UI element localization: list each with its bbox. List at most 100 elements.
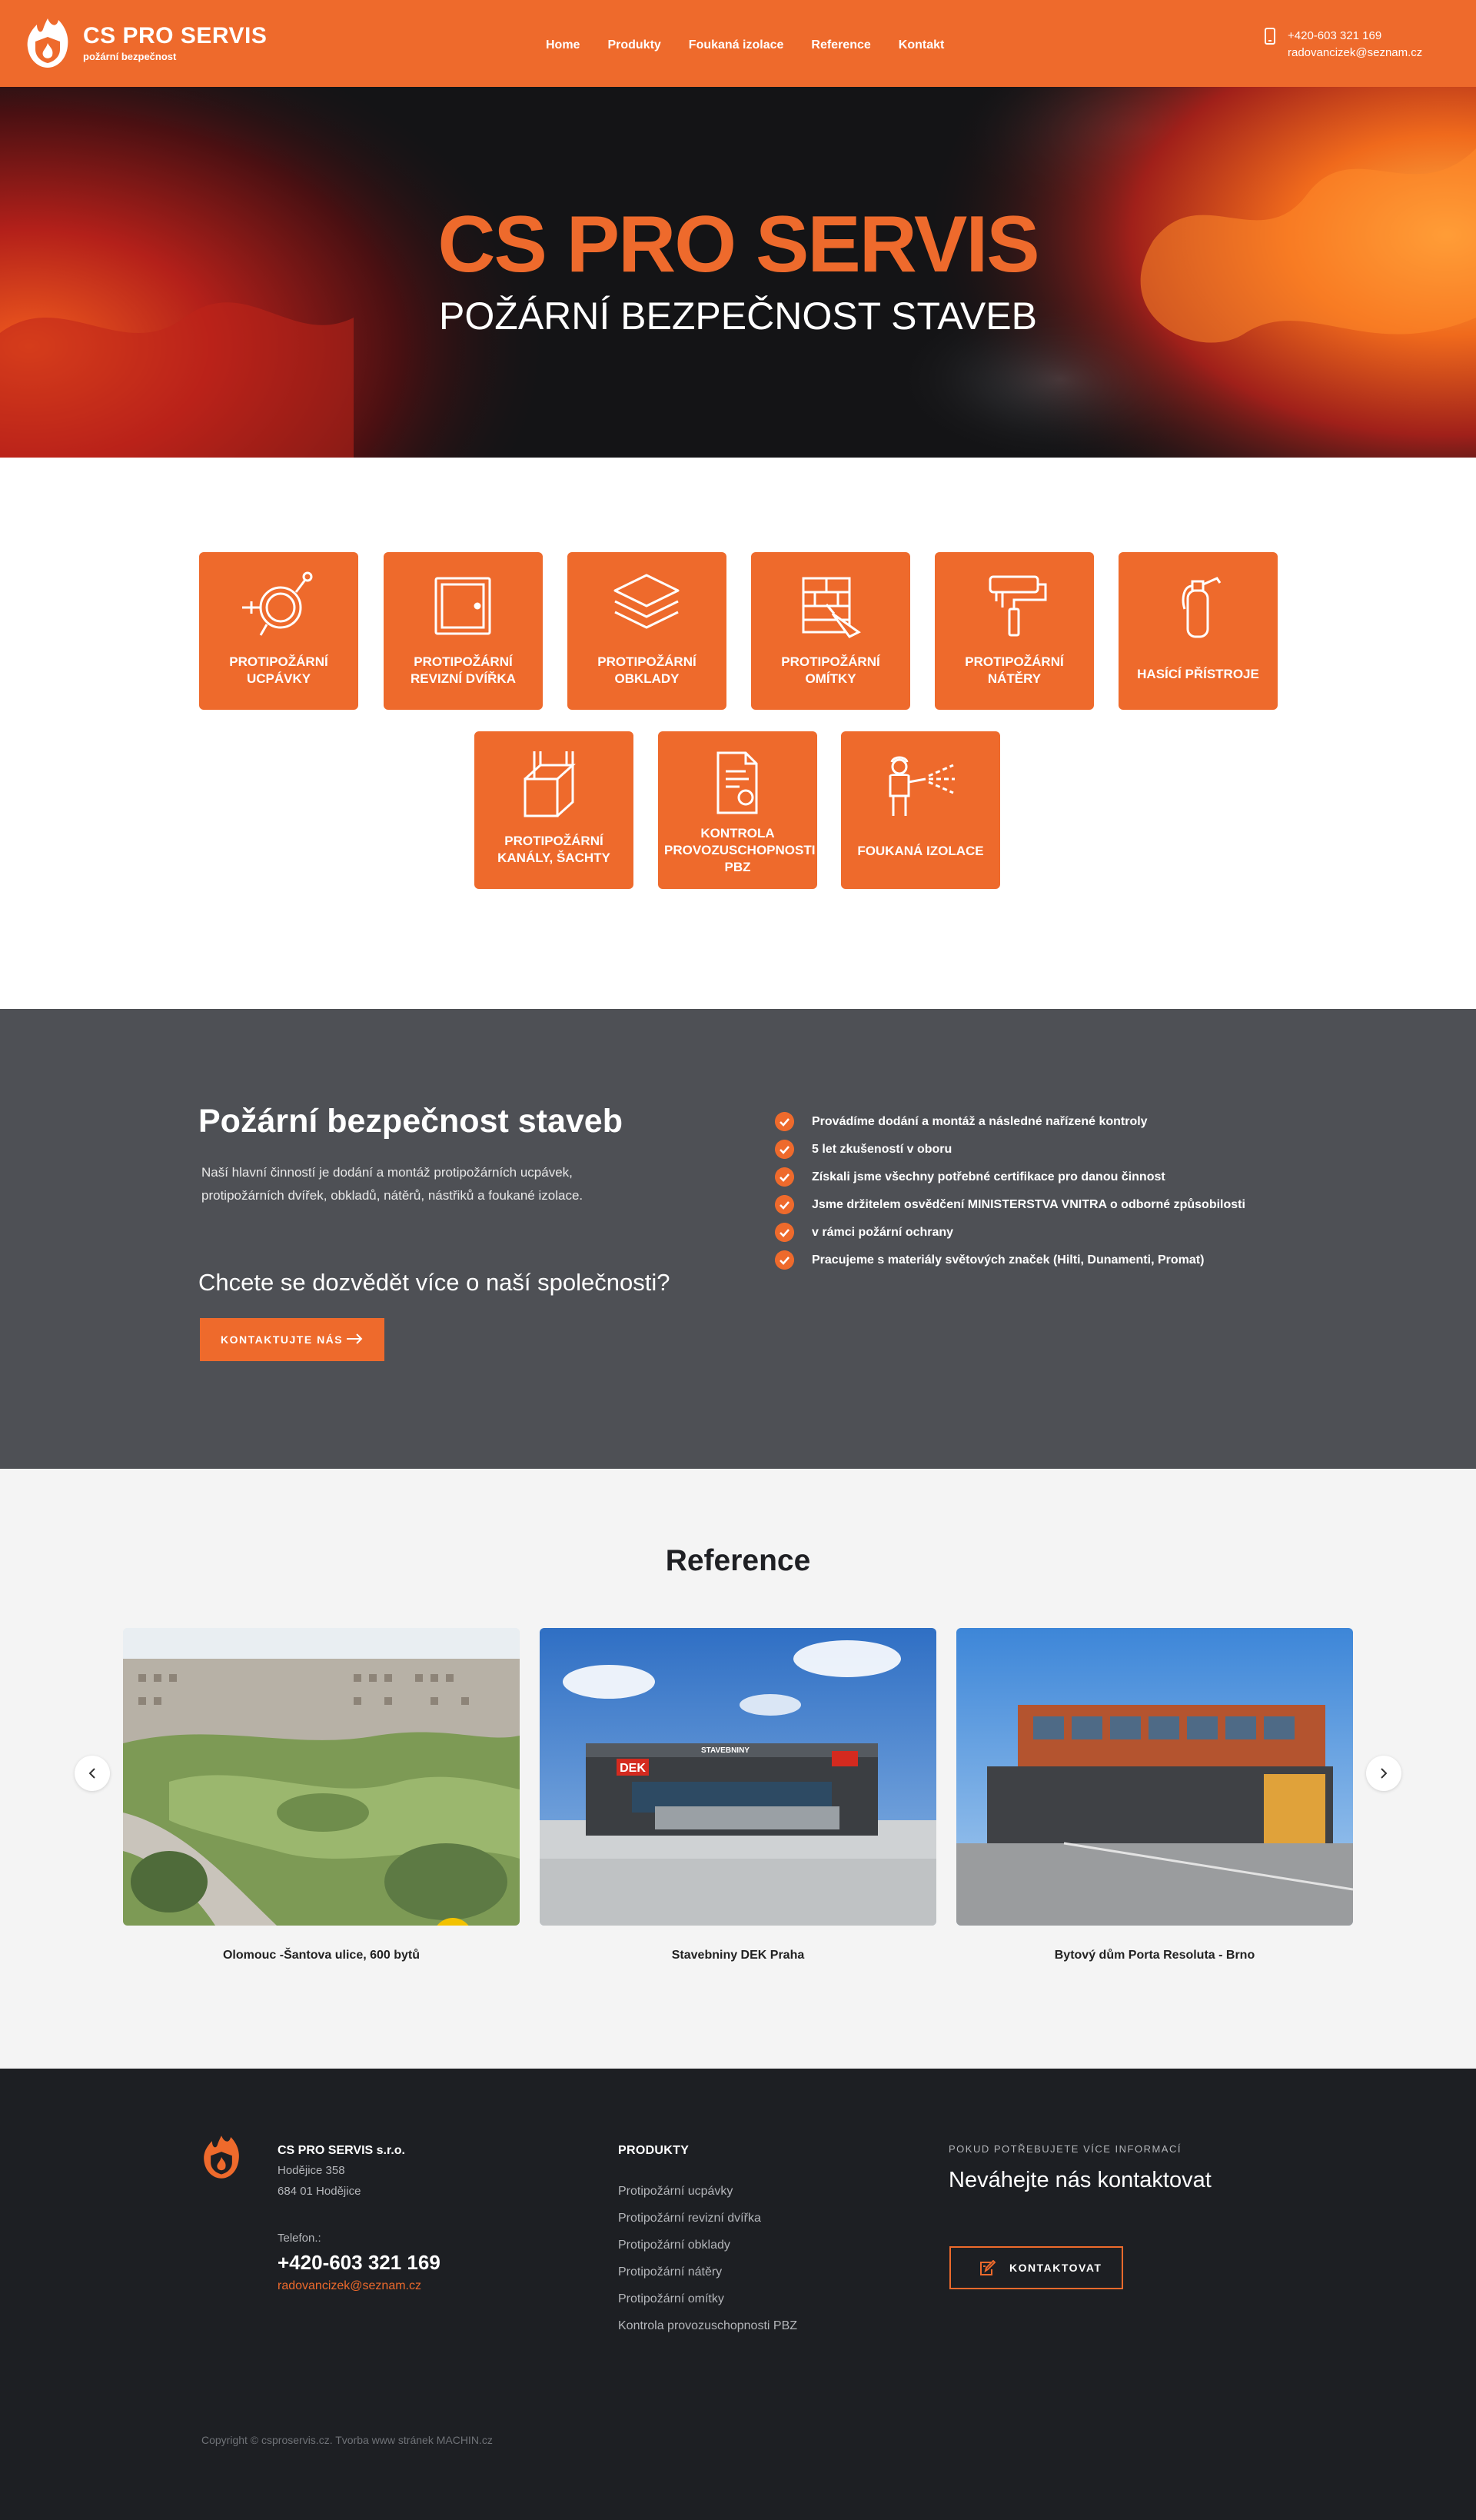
nav-foukana-izolace[interactable]: Foukaná izolace [689,37,784,54]
footer-company-name: CS PRO SERVIS s.r.o. [278,2144,405,2157]
benefit-text: Provádíme dodání a montáž a následné nař… [812,1115,1148,1128]
references-title: Reference [665,1544,811,1577]
spray-worker-icon [889,756,955,816]
footer-products-title: PRODUKTY [618,2144,690,2157]
service-tile-foukana-izolace[interactable]: FOUKANÁ IZOLACE [841,731,1000,889]
benefit-text: v rámci požární ochrany [812,1226,954,1239]
reference-card-dek-praha[interactable]: DEK STAVEBNINY [540,1628,936,1926]
services-section: PROTIPOŽÁRNÍ UCPÁVKY PROTIPOŽÁRNÍ REVIZN… [0,458,1476,1009]
footer-product-link[interactable]: Protipožární ucpávky [618,2178,797,2205]
chevron-left-icon [88,1768,95,1779]
footer-product-link[interactable]: Kontrola provozuschopnosti PBZ [618,2312,797,2339]
stavebniny-sign-text: STAVEBNINY [701,1746,750,1755]
footer-info-text: Neváhejte nás kontaktovat [949,2168,1212,2192]
hero-banner: CS PRO SERVIS POŽÁRNÍ BEZPEČNOST STAVEB [0,87,1476,458]
check-circle-icon [775,1112,794,1131]
reference-photo-dek-praha: DEK STAVEBNINY [540,1628,936,1926]
reference-photo-olomouc [123,1628,520,1926]
main-nav: Home Produkty Foukaná izolace Reference … [546,37,972,54]
footer-address-line1: Hodějice 358 [278,2164,345,2177]
service-tile-natery[interactable]: PROTIPOŽÁRNÍ NÁTĚRY [935,552,1094,710]
footer-phone[interactable]: +420-603 321 169 [278,2249,440,2275]
reference-caption[interactable]: Stavebniny DEK Praha [540,1947,936,1964]
service-tile-kontrola-pbz[interactable]: KONTROLA PROVOZUSCHOPNOSTI PBZ [658,731,817,889]
service-label: HASÍCÍ PŘÍSTROJE [1137,667,1259,681]
fire-extinguisher-icon [1182,577,1222,638]
site-header: CS PRO SERVIS požární bezpečnost Home Pr… [0,0,1476,87]
footer-email-link[interactable]: radovancizek@seznam.cz [278,2278,421,2295]
footer-contact-button[interactable]: KONTAKTOVAT [949,2246,1123,2289]
service-label: PROTIPOŽÁRNÍ NÁTĚRY [965,654,1064,686]
logo-flame-shield-icon[interactable] [25,15,71,71]
footer-products-list: Protipožární ucpávky Protipožární revizn… [618,2178,797,2339]
footer-phone-label: Telefon.: [278,2232,321,2245]
check-circle-icon [775,1140,794,1159]
service-tile-dvirka[interactable]: PROTIPOŽÁRNÍ REVIZNÍ DVÍŘKA [384,552,543,710]
edit-note-icon [980,2260,996,2275]
certificate-icon [716,751,758,814]
service-label: PROTIPOŽÁRNÍ UCPÁVKY [229,654,328,686]
about-description: Naší hlavní činností je dodání a montáž … [201,1165,583,1203]
nav-home[interactable]: Home [546,37,580,54]
footer-copyright: Copyright © csproservis.cz. Tvorba www s… [201,2434,493,2446]
shaft-box-icon [524,751,576,817]
dek-sign-text: DEK [620,1762,646,1775]
nav-produkty[interactable]: Produkty [607,37,660,54]
about-title: Požární bezpečnost staveb [198,1103,623,1140]
brand-tagline: požární bezpečnost [83,51,177,62]
references-section: Reference + Olomouc -Šantova [0,1469,1476,2069]
nav-kontakt[interactable]: Kontakt [899,37,945,54]
service-tile-kanaly-sachty[interactable]: PROTIPOŽÁRNÍ KANÁLY, ŠACHTY [474,731,633,889]
service-label: PROTIPOŽÁRNÍ REVIZNÍ DVÍŘKA [411,654,516,686]
check-circle-icon [775,1167,794,1187]
chevron-right-icon [1381,1768,1388,1779]
brick-trowel-icon [802,577,861,638]
footer-product-link[interactable]: Protipožární omítky [618,2285,797,2312]
footer-product-link[interactable]: Protipožární revizní dvířka [618,2205,797,2232]
benefit-text: Jsme držitelem osvědčení MINISTERSTVA VN… [812,1198,1245,1211]
footer-info-heading: POKUD POTŘEBUJETE VÍCE INFORMACÍ [949,2143,1182,2155]
service-tile-obklady[interactable]: PROTIPOŽÁRNÍ OBKLADY [567,552,726,710]
carousel-prev-button[interactable] [75,1756,110,1791]
service-tile-omitky[interactable]: PROTIPOŽÁRNÍ OMÍTKY [751,552,910,710]
header-phone[interactable]: +420-603 321 169 [1288,28,1422,45]
carousel-next-button[interactable] [1366,1756,1401,1791]
benefit-text: Získali jsme všechny potřebné certifikac… [812,1170,1165,1183]
hero-subtitle: POŽÁRNÍ BEZPEČNOST STAVEB [439,295,1037,338]
header-email[interactable]: radovancizek@seznam.cz [1288,45,1422,62]
service-label: PROTIPOŽÁRNÍ KANÁLY, ŠACHTY [497,834,610,865]
service-tile-hasici-pristroje[interactable]: HASÍCÍ PŘÍSTROJE [1119,552,1278,710]
footer-contact-button-label: KONTAKTOVAT [1009,2262,1102,2274]
benefit-text: 5 let zkušeností v oboru [812,1143,952,1156]
brand-name: CS PRO SERVIS [83,23,268,48]
service-label: FOUKANÁ IZOLACE [857,844,984,858]
reference-photo-porta-resoluta [956,1628,1353,1926]
reference-caption[interactable]: Bytový dům Porta Resoluta - Brno [956,1947,1353,1964]
about-section: Požární bezpečnost staveb Naší hlavní či… [0,1009,1476,1469]
service-label: PROTIPOŽÁRNÍ OBKLADY [597,654,696,686]
header-contact: +420-603 321 169 radovancizek@seznam.cz [1288,28,1422,62]
service-label: PROTIPOŽÁRNÍ OMÍTKY [781,654,880,686]
footer-product-link[interactable]: Protipožární nátěry [618,2259,797,2285]
check-circle-icon [775,1223,794,1242]
mobile-phone-icon [1265,28,1275,45]
reference-card-olomouc[interactable]: + [123,1628,520,1926]
reference-caption[interactable]: Olomouc -Šantova ulice, 600 bytů [123,1947,520,1964]
arrow-right-icon [347,1333,363,1344]
brand[interactable]: CS PRO SERVIS požární bezpečnost [83,23,267,63]
door-icon [434,577,491,635]
contact-us-button[interactable]: KONTAKTUJTE NÁS [200,1318,384,1361]
contact-us-button-label: KONTAKTUJTE NÁS [221,1333,344,1346]
paint-roller-icon [989,575,1047,637]
footer-product-link[interactable]: Protipožární obklady [618,2232,797,2259]
service-tile-ucpavky[interactable]: PROTIPOŽÁRNÍ UCPÁVKY [199,552,358,710]
check-circle-icon [775,1250,794,1270]
footer-logo-flame-shield-icon[interactable] [201,2132,241,2182]
footer-address-line2: 684 01 Hodějice [278,2185,361,2198]
nav-reference[interactable]: Reference [811,37,870,54]
about-question: Chcete se dozvědět více o naší společnos… [198,1269,670,1296]
reference-card-porta-resoluta[interactable] [956,1628,1353,1926]
site-footer: CS PRO SERVIS s.r.o. Hodějice 358 684 01… [0,2069,1476,2520]
service-label: KONTROLA PROVOZUSCHOPNOSTI PBZ [664,826,816,874]
hero-title: CS PRO SERVIS [437,200,1039,289]
